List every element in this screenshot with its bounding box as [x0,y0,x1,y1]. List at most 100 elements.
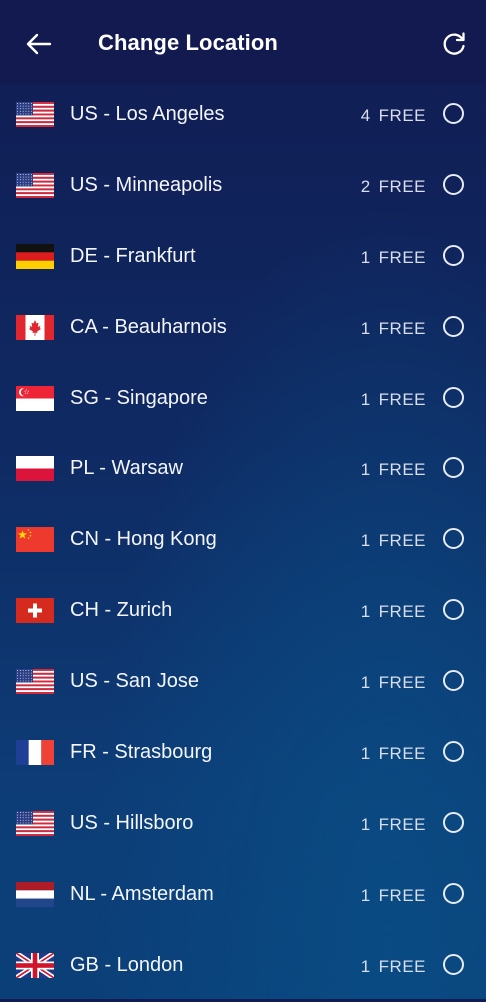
page-title: Change Location [98,30,278,55]
free-slot-count: 4 FREE [361,106,426,126]
free-label: FREE [378,602,426,622]
location-name: US - Minneapolis [70,173,223,196]
us-flag-icon-graphic [16,102,54,127]
free-slot-count: 1 FREE [361,673,426,693]
free-label: FREE [378,956,426,976]
nl-flag-icon [16,881,54,907]
select-radio-button[interactable] [443,457,464,479]
free-label: FREE [378,885,426,905]
select-radio-button[interactable] [443,811,464,833]
location-name: GB - London [70,953,184,976]
us-flag-icon-graphic [16,172,54,198]
app-header: Change Location [0,0,486,84]
free-count-number: 1 [360,744,371,764]
gb-flag-icon [16,952,54,978]
free-label: FREE [378,531,426,551]
de-flag-icon-graphic [16,243,54,269]
free-label: FREE [378,247,426,267]
free-label: FREE [378,106,426,125]
us-flag-icon [16,102,54,127]
ca-flag-icon [16,314,54,340]
location-row[interactable]: CN - Hong Kong 1 FREE [0,505,486,576]
location-row[interactable]: US - Los Angeles 4 FREE [0,80,486,151]
free-count-number: 1 [360,318,371,338]
location-name: US - Hillsboro [70,811,194,834]
free-count-number: 1 [360,531,371,551]
free-count-number: 1 [360,814,371,834]
select-radio-button[interactable] [443,315,464,337]
location-name: CH - Zurich [70,599,173,622]
location-row[interactable]: CH - Zurich 1 FREE [0,576,486,647]
free-count-number: 1 [360,956,371,976]
fr-flag-icon-graphic [16,740,54,766]
select-radio-button[interactable] [443,173,464,195]
location-row[interactable]: SG - Singapore 1 FREE [0,364,486,435]
select-radio-button[interactable] [443,386,464,408]
free-slot-count: 1 FREE [361,390,426,410]
select-radio-button[interactable] [443,670,464,692]
free-count-number: 1 [360,247,371,267]
free-slot-count: 1 FREE [361,957,426,977]
select-radio-button[interactable] [443,882,464,904]
location-name: CN - Hong Kong [70,528,217,551]
us-flag-icon-graphic [16,810,54,836]
ca-flag-icon-graphic [16,314,54,340]
free-count-number: 1 [360,673,371,693]
free-label: FREE [378,460,426,480]
free-slot-count: 1 FREE [361,460,426,480]
back-arrow-icon[interactable] [22,28,54,60]
refresh-icon[interactable] [440,30,468,58]
select-radio-button[interactable] [443,741,464,763]
location-row[interactable]: US - Hillsboro 1 FREE [0,789,486,860]
location-row[interactable]: FR - Strasbourg 1 FREE [0,718,486,789]
free-count-number: 1 [360,389,371,409]
select-radio-button[interactable] [443,244,464,266]
free-slot-count: 1 FREE [361,248,426,268]
ch-flag-icon-graphic [16,598,54,624]
us-flag-icon [16,669,54,695]
pl-flag-icon [16,456,54,482]
free-slot-count: 1 FREE [361,319,426,339]
free-count-number: 1 [360,602,371,622]
location-name: CA - Beauharnois [70,315,227,338]
free-label: FREE [378,318,426,338]
location-name: US - Los Angeles [70,103,225,125]
ch-flag-icon [16,598,54,624]
free-slot-count: 1 FREE [361,602,426,622]
free-count-number: 1 [360,885,371,905]
us-flag-icon [16,810,54,836]
location-name: PL - Warsaw [70,457,183,480]
free-slot-count: 2 FREE [361,177,426,197]
location-name: DE - Frankfurt [70,244,196,267]
location-row[interactable]: PL - Warsaw 1 FREE [0,434,486,505]
pl-flag-icon-graphic [16,456,54,482]
location-row[interactable]: DE - Frankfurt 1 FREE [0,222,486,293]
location-row[interactable]: NL - Amsterdam 1 FREE [0,860,486,931]
select-radio-button[interactable] [443,953,464,975]
select-radio-button[interactable] [443,103,464,124]
location-row[interactable]: GB - London 1 FREE [0,931,486,1002]
free-label: FREE [378,389,426,409]
free-slot-count: 1 FREE [361,815,426,835]
location-name: FR - Strasbourg [70,741,213,764]
de-flag-icon [16,243,54,269]
gb-flag-icon-graphic [16,952,54,978]
free-label: FREE [378,814,426,834]
select-radio-button[interactable] [443,599,464,621]
free-slot-count: 1 FREE [361,531,426,551]
location-list: US - Los Angeles 4 FREE US - Minneapolis 2 FR… [0,80,486,1002]
select-radio-button[interactable] [443,528,464,550]
location-row[interactable]: US - Minneapolis 2 FREE [0,151,486,222]
location-row[interactable]: US - San Jose 1 FREE [0,647,486,718]
free-label: FREE [378,673,426,693]
sg-flag-icon [16,385,54,411]
fr-flag-icon [16,740,54,766]
location-row[interactable]: CA - Beauharnois 1 FREE [0,293,486,364]
free-count-number: 4 [360,106,371,125]
free-count-number: 1 [360,460,371,480]
location-name: SG - Singapore [70,386,208,409]
cn-flag-icon [16,527,54,553]
free-count-number: 2 [360,176,371,196]
location-name: US - San Jose [70,670,199,693]
location-name: NL - Amsterdam [70,882,214,905]
